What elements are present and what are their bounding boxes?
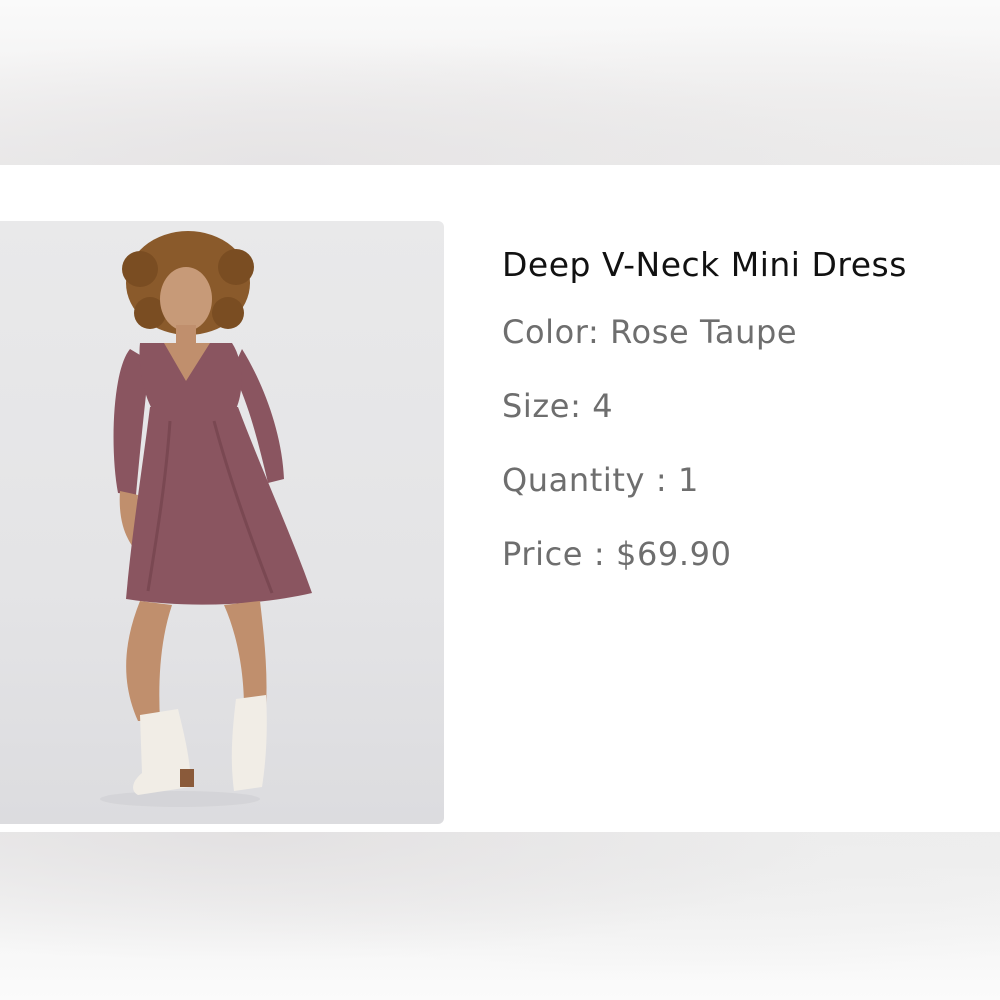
model-illustration (100, 231, 312, 807)
product-card: Deep V-Neck Mini Dress Color: Rose Taupe… (0, 165, 1000, 832)
size-label: Size: 4 (502, 387, 614, 425)
price-label: Price : $69.90 (502, 535, 732, 573)
quantity-label: Quantity : 1 (502, 461, 699, 499)
blurred-background-top (0, 0, 1000, 165)
listing-page: Deep V-Neck Mini Dress Color: Rose Taupe… (0, 0, 1000, 1000)
color-label: Color: Rose Taupe (502, 313, 798, 351)
blurred-background-bottom (0, 832, 1000, 1000)
product-details: Deep V-Neck Mini Dress Color: Rose Taupe… (502, 245, 992, 610)
product-title: Deep V-Neck Mini Dress (502, 245, 907, 284)
product-photo[interactable] (0, 221, 444, 824)
